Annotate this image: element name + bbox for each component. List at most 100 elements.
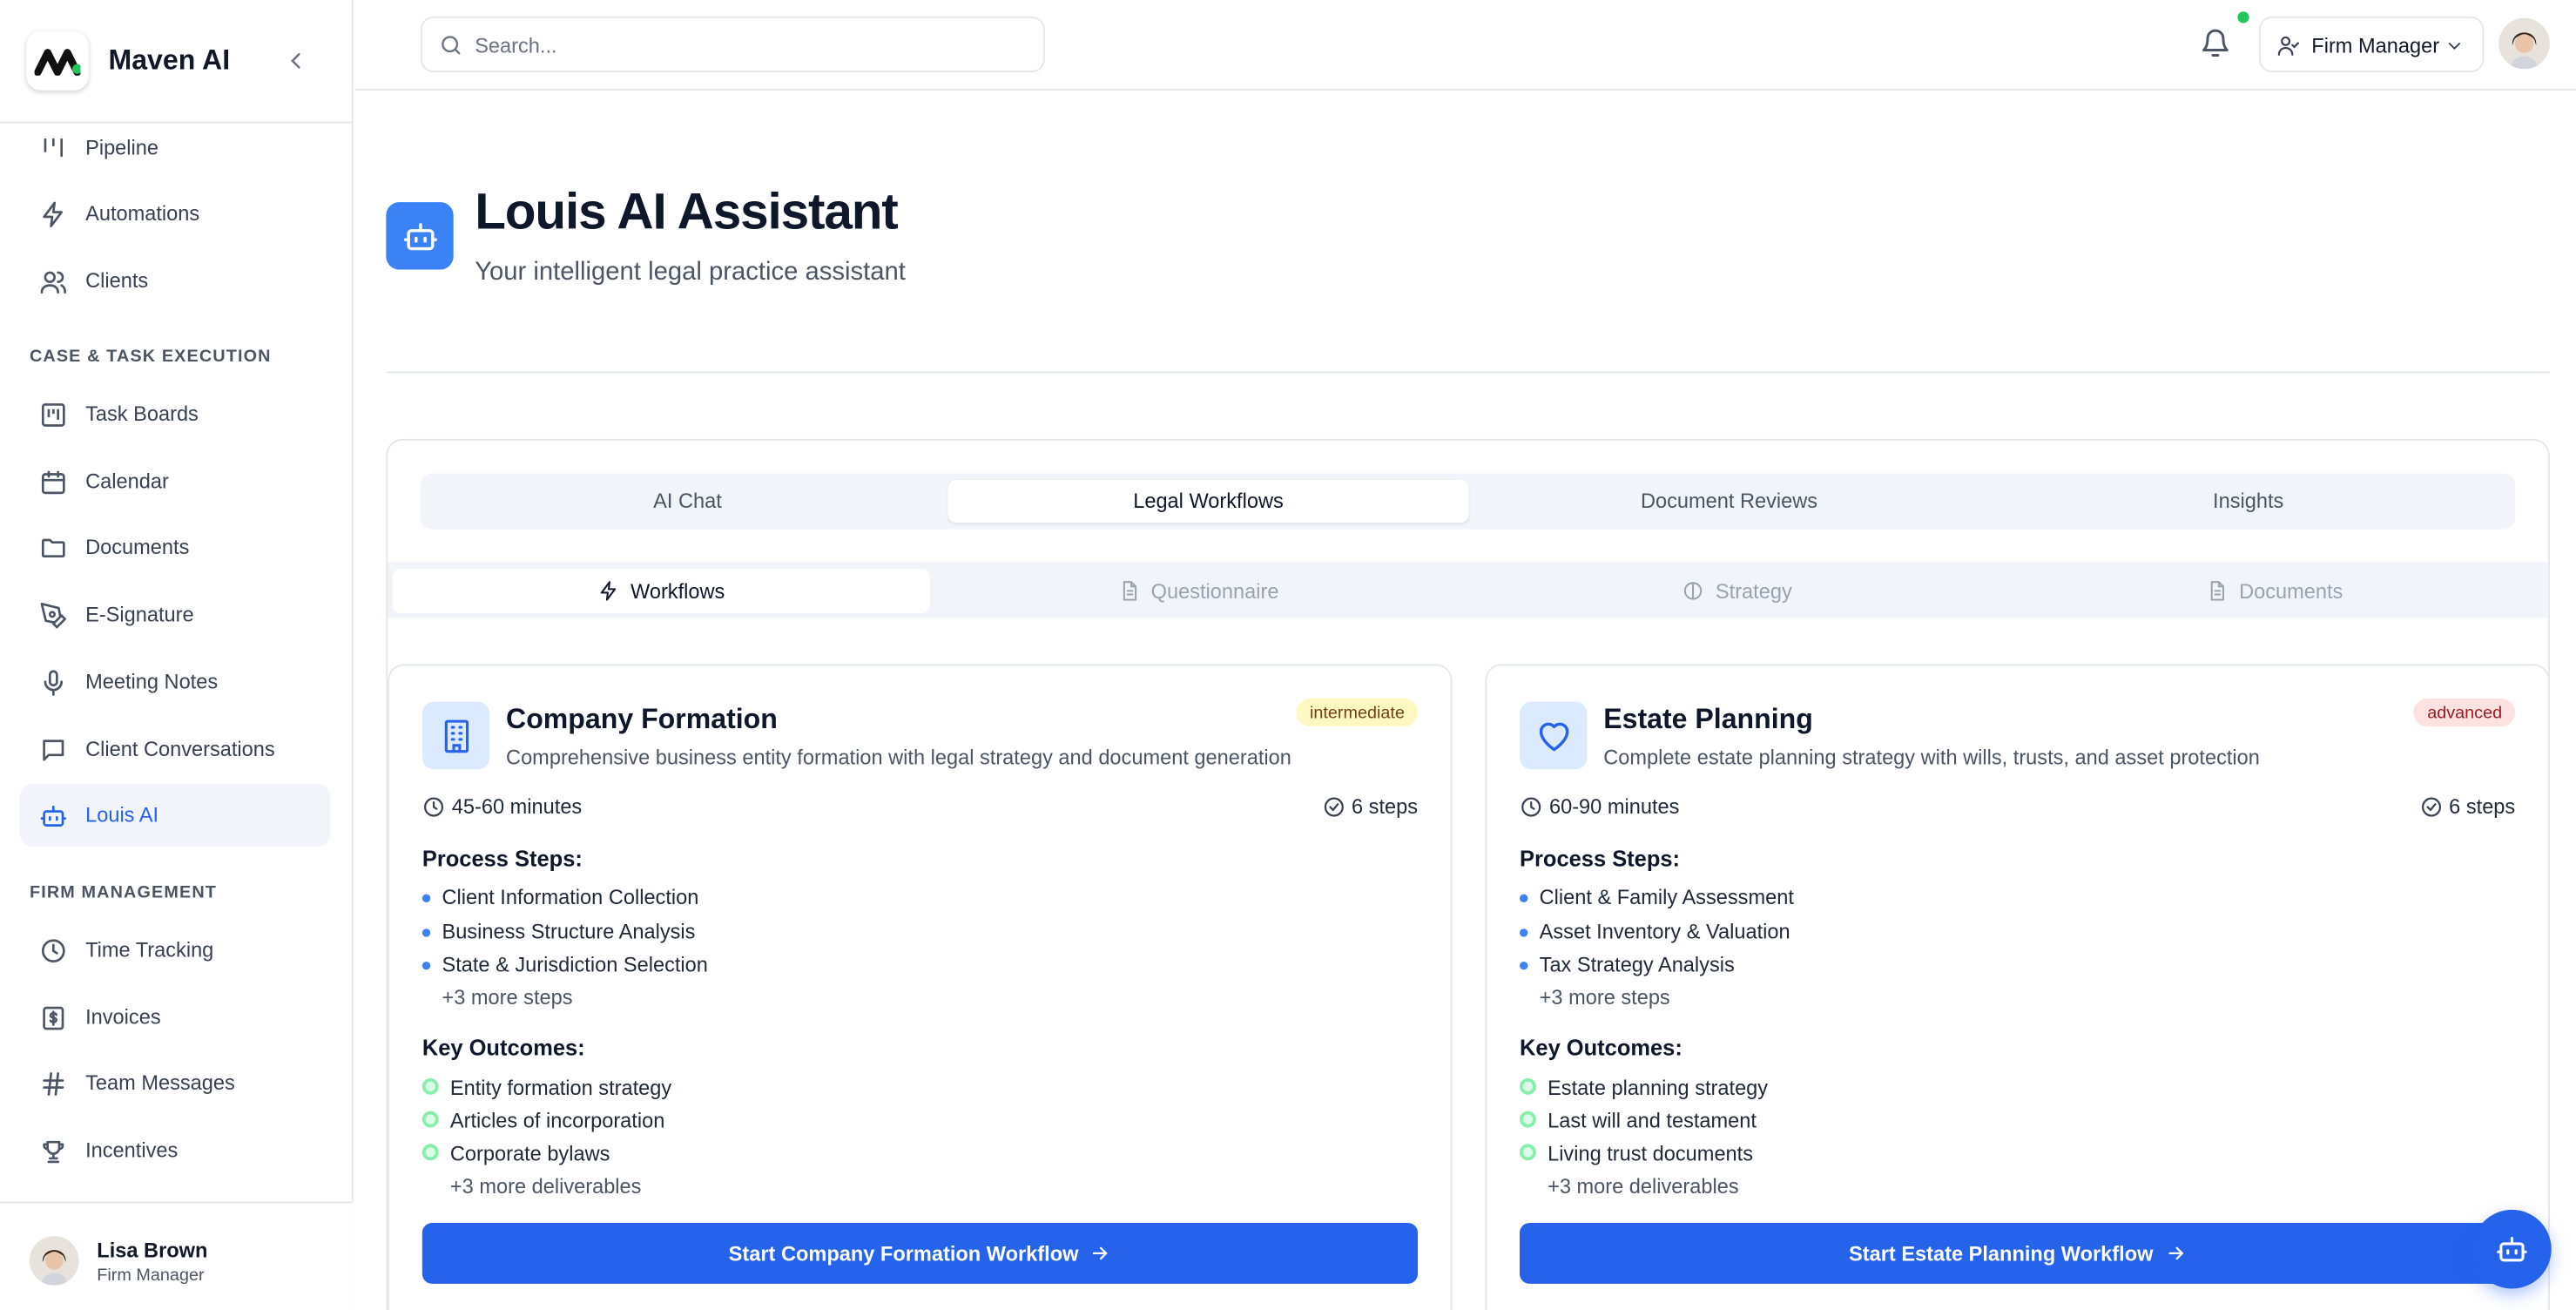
button-label: Start Estate Planning Workflow [1849, 1241, 2154, 1266]
workflow-description: Comprehensive business entity formation … [506, 746, 1291, 770]
sidebar-item-louis-ai[interactable]: Louis AI [19, 784, 331, 847]
sidebar-item-team-messages[interactable]: Team Messages [20, 1052, 331, 1115]
tab-legal-workflows[interactable]: Legal Workflows [947, 480, 1469, 523]
start-company-formation-button[interactable]: Start Company Formation Workflow [421, 1223, 1419, 1284]
outcome-text: Articles of incorporation [449, 1109, 665, 1133]
step-text: Asset Inventory & Valuation [1539, 920, 1790, 944]
sidebar-item-label: Calendar [85, 469, 169, 494]
bell-icon[interactable] [2200, 28, 2231, 59]
assistant-fab-button[interactable] [2472, 1209, 2552, 1289]
sidebar-item-clients[interactable]: Clients [20, 250, 331, 313]
user-name: Lisa Brown [97, 1239, 208, 1263]
subtab-questionnaire[interactable]: Questionnaire [930, 569, 1467, 613]
collapse-sidebar-icon[interactable] [282, 48, 308, 74]
zap-icon [39, 200, 67, 228]
tab-ai-chat[interactable]: AI Chat [427, 480, 947, 523]
sidebar-item-e-signature[interactable]: E-Signature [20, 584, 331, 646]
calendar-icon [39, 469, 67, 496]
workflow-title: Company Formation [506, 703, 778, 735]
sidebar-item-client-conversations[interactable]: Client Conversations [20, 719, 331, 781]
subtab-workflows[interactable]: Workflows [392, 568, 930, 613]
sidebar-item-label: Louis AI [85, 803, 159, 827]
sidebar-item-pipeline[interactable]: Pipeline [20, 117, 331, 179]
button-label: Start Company Formation Workflow [728, 1241, 1079, 1266]
sidebar-item-automations[interactable]: Automations [20, 182, 331, 245]
bullet-dot [421, 894, 431, 903]
sidebar-item-meeting-notes[interactable]: Meeting Notes [20, 651, 331, 713]
users-icon [39, 268, 67, 296]
workflow-subtabs: Workflows Questionnaire Strategy Documen… [388, 562, 2548, 618]
sidebar-item-label: Client Conversations [85, 738, 275, 761]
workflow-card-estate-planning: Estate Planning Complete estate planning… [1485, 664, 2550, 1310]
bullet-dot [1520, 928, 1528, 937]
search-box[interactable] [420, 16, 1045, 73]
sidebar-item-documents[interactable]: Documents [20, 517, 331, 579]
tab-insights[interactable]: Insights [1988, 480, 2509, 523]
subtab-strategy[interactable]: Strategy [1469, 569, 2006, 613]
sidebar-item-incentives[interactable]: Incentives [20, 1119, 331, 1182]
duration: 45-60 minutes [422, 795, 582, 819]
subtab-documents[interactable]: Documents [2006, 569, 2543, 613]
check-circle-icon [2419, 795, 2442, 818]
heart-icon [1520, 701, 1588, 770]
subtab-label: Strategy [1715, 579, 1792, 603]
message-icon [39, 736, 67, 764]
main-tabs: AI Chat Legal Workflows Document Reviews… [420, 473, 2516, 530]
sidebar-item-label: Meeting Notes [85, 670, 219, 694]
building-icon [421, 701, 490, 770]
zap-icon [597, 580, 619, 602]
kanban-icon [39, 401, 67, 429]
brand-name: Maven AI [108, 44, 231, 76]
step-text: Client & Family Assessment [1539, 886, 1794, 909]
clock-icon [1520, 795, 1542, 818]
sidebar-item-invoices[interactable]: Invoices [20, 986, 331, 1049]
strategy-icon [1682, 580, 1704, 602]
trophy-icon [39, 1138, 67, 1165]
sidebar-item-task-boards[interactable]: Task Boards [20, 383, 331, 446]
outcome-text: Entity formation strategy [449, 1077, 672, 1100]
outcome-circle-icon [1520, 1077, 1536, 1095]
pipeline-icon [39, 135, 67, 163]
level-badge: advanced [2414, 699, 2516, 727]
steps-count-text: 6 steps [1352, 795, 1419, 819]
search-input[interactable] [475, 28, 1017, 64]
search-icon [439, 33, 463, 57]
app-root: Maven AI Pipeline Automations Clients CA… [0, 0, 2576, 1310]
page-title: Louis AI Assistant [475, 182, 899, 240]
bot-icon [2496, 1232, 2529, 1266]
step-text: State & Jurisdiction Selection [442, 953, 708, 976]
file-text-icon [2206, 580, 2228, 602]
process-steps-title: Process Steps: [1520, 846, 1681, 872]
steps-count: 6 steps [1322, 795, 1419, 819]
outcome-text: Corporate bylaws [449, 1142, 610, 1165]
maven-logo-icon[interactable] [26, 30, 89, 91]
user-profile[interactable]: Lisa Brown Firm Manager [0, 1201, 354, 1310]
key-outcomes-title: Key Outcomes: [421, 1035, 585, 1061]
role-switcher-button[interactable]: Firm Manager [2258, 16, 2485, 73]
sidebar-item-label: Team Messages [85, 1071, 235, 1095]
tab-document-reviews[interactable]: Document Reviews [1469, 480, 1990, 523]
start-estate-planning-button[interactable]: Start Estate Planning Workflow [1520, 1223, 2516, 1284]
bullet-dot [421, 961, 431, 970]
subtab-label: Questionnaire [1150, 579, 1279, 603]
workflow-title: Estate Planning [1603, 703, 1813, 735]
outcome-text: Estate planning strategy [1548, 1077, 1769, 1100]
more-steps: +3 more steps [442, 986, 573, 1010]
sidebar: Maven AI Pipeline Automations Clients CA… [0, 0, 354, 1310]
mic-icon [39, 669, 67, 697]
header-avatar[interactable] [2498, 17, 2550, 70]
duration: 60-90 minutes [1520, 795, 1679, 819]
sidebar-item-time-tracking[interactable]: Time Tracking [20, 919, 331, 982]
steps-count-text: 6 steps [2449, 795, 2516, 819]
more-steps: +3 more steps [1539, 986, 1670, 1010]
brand-header: Maven AI [0, 0, 354, 124]
notification-dot [2237, 11, 2249, 24]
outcome-circle-icon [421, 1144, 439, 1161]
sidebar-item-calendar[interactable]: Calendar [20, 450, 331, 513]
process-steps-title: Process Steps: [421, 846, 583, 872]
bullet-dot [421, 928, 431, 937]
step-text: Business Structure Analysis [442, 920, 696, 944]
sidebar-item-label: Pipeline [85, 136, 159, 160]
key-outcomes-title: Key Outcomes: [1520, 1035, 1682, 1061]
divider [386, 371, 2550, 374]
